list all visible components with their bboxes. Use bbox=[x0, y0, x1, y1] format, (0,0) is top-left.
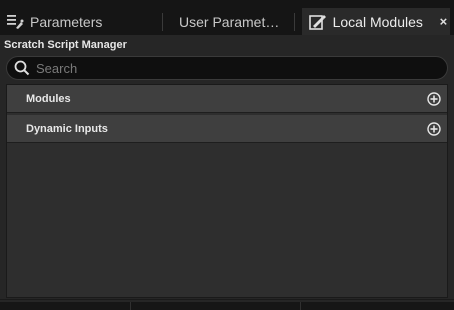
tab-label: User Paramet… bbox=[179, 13, 280, 30]
section-label: Modules bbox=[26, 92, 71, 105]
add-circle-icon[interactable] bbox=[427, 122, 441, 136]
search-input[interactable] bbox=[36, 60, 416, 76]
tab-divider bbox=[294, 13, 295, 31]
panel-bottom-border bbox=[0, 299, 454, 300]
local-modules-panel: Scratch Script Manager Modules Dynamic I… bbox=[0, 35, 454, 310]
section-modules[interactable]: Modules bbox=[7, 85, 447, 113]
tab-label: Parameters bbox=[30, 13, 103, 30]
local-modules-icon bbox=[308, 12, 329, 32]
tab-parameters[interactable]: Parameters bbox=[4, 8, 154, 35]
panel-title: Scratch Script Manager bbox=[4, 39, 127, 51]
tab-divider bbox=[162, 13, 163, 31]
search-icon bbox=[12, 58, 32, 78]
tab-bar: Parameters User Paramet… Local Modules × bbox=[0, 0, 454, 35]
divider bbox=[130, 302, 131, 310]
tab-label: Local Modules bbox=[332, 13, 423, 30]
divider bbox=[300, 302, 301, 310]
tab-local-modules[interactable]: Local Modules × bbox=[302, 8, 450, 35]
add-circle-icon[interactable] bbox=[427, 92, 441, 106]
parameters-icon bbox=[4, 12, 26, 32]
tab-user-parameters[interactable]: User Paramet… bbox=[179, 8, 289, 35]
section-dynamic-inputs[interactable]: Dynamic Inputs bbox=[7, 115, 447, 143]
section-label: Dynamic Inputs bbox=[26, 122, 108, 135]
section-list: Modules Dynamic Inputs bbox=[6, 84, 448, 298]
bottom-strip bbox=[0, 302, 454, 310]
close-icon[interactable]: × bbox=[437, 14, 450, 29]
search-box[interactable] bbox=[6, 56, 448, 80]
